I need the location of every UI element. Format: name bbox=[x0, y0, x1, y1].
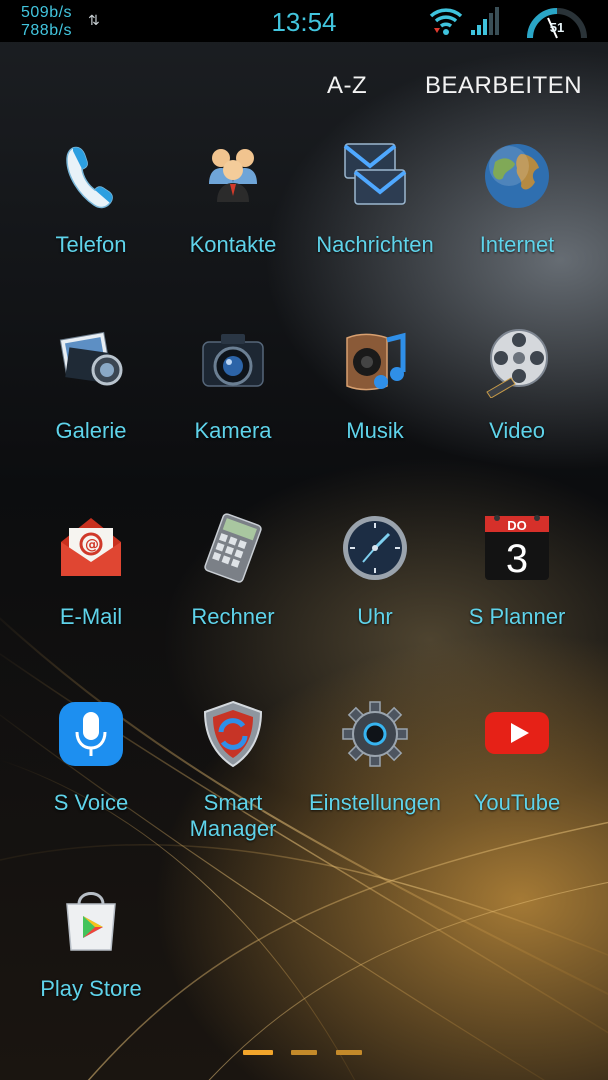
youtube-icon bbox=[485, 712, 549, 754]
app-label: Internet bbox=[479, 232, 555, 257]
app-smart-manager[interactable]: Smart Manager bbox=[162, 698, 304, 878]
contacts-icon bbox=[209, 149, 257, 202]
app-drawer-header: A-Z BEARBEITEN bbox=[0, 72, 608, 102]
app-label: Rechner bbox=[191, 604, 275, 629]
edit-button[interactable]: BEARBEITEN bbox=[425, 72, 582, 100]
app-nachrichten[interactable]: Nachrichten bbox=[304, 140, 446, 320]
app-label: Smart Manager bbox=[189, 790, 277, 841]
svg-text:@: @ bbox=[85, 537, 99, 553]
play-store-bag-icon bbox=[66, 892, 116, 951]
app-galerie[interactable]: Galerie bbox=[20, 326, 162, 506]
phone-icon bbox=[66, 146, 113, 209]
film-reel-icon bbox=[486, 329, 548, 398]
app-kamera[interactable]: Kamera bbox=[162, 326, 304, 506]
app-s-voice[interactable]: S Voice bbox=[20, 698, 162, 878]
sort-az-button[interactable]: A-Z bbox=[327, 72, 367, 100]
app-label: S Voice bbox=[53, 790, 129, 815]
microphone-icon bbox=[59, 702, 123, 766]
app-kontakte[interactable]: Kontakte bbox=[162, 140, 304, 320]
shield-icon bbox=[203, 700, 263, 768]
app-internet[interactable]: Internet bbox=[446, 140, 588, 320]
app-label: Galerie bbox=[55, 418, 127, 443]
app-musik[interactable]: Musik bbox=[304, 326, 446, 506]
app-label: Musik bbox=[346, 418, 404, 443]
camera-icon bbox=[202, 334, 264, 387]
app-label: S Planner bbox=[468, 604, 566, 629]
calendar-day-number: 3 bbox=[506, 537, 528, 581]
music-icon bbox=[346, 332, 406, 391]
status-clock: 13:54 bbox=[271, 7, 337, 37]
app-label: Uhr bbox=[357, 604, 393, 629]
app-label: Video bbox=[489, 418, 545, 443]
battery-level: 51 bbox=[549, 20, 565, 35]
clock-icon bbox=[343, 516, 407, 580]
page-dot-1[interactable] bbox=[243, 1050, 273, 1055]
app-uhr[interactable]: Uhr bbox=[304, 512, 446, 692]
status-bar: 509b/s 788b/s ⇅ 13:54 51 bbox=[0, 0, 608, 42]
email-icon: @ bbox=[61, 518, 121, 576]
globe-icon bbox=[485, 144, 549, 208]
app-label: Telefon bbox=[55, 232, 127, 257]
app-telefon[interactable]: Telefon bbox=[20, 140, 162, 320]
page-dot-2[interactable] bbox=[291, 1050, 317, 1055]
calendar-icon: DO 3 bbox=[485, 515, 549, 581]
calendar-day-abbr: DO bbox=[507, 518, 527, 533]
messages-icon bbox=[343, 143, 407, 205]
gear-icon bbox=[342, 701, 408, 767]
app-youtube[interactable]: YouTube bbox=[446, 698, 588, 878]
app-label: E-Mail bbox=[59, 604, 123, 629]
app-email[interactable]: @ E-Mail bbox=[20, 512, 162, 692]
app-label: Einstellungen bbox=[308, 790, 442, 815]
wifi-icon bbox=[429, 8, 463, 35]
app-s-planner[interactable]: DO 3 S Planner bbox=[446, 512, 588, 692]
app-play-store[interactable]: Play Store bbox=[20, 884, 162, 1064]
calculator-icon bbox=[204, 513, 262, 583]
app-label: Play Store bbox=[40, 976, 142, 1001]
page-indicator bbox=[0, 1050, 608, 1058]
app-label: Kontakte bbox=[189, 232, 277, 257]
app-label: Nachrichten bbox=[316, 232, 434, 257]
app-label: YouTube bbox=[473, 790, 561, 815]
signal-strength-icon bbox=[471, 7, 499, 35]
app-rechner[interactable]: Rechner bbox=[162, 512, 304, 692]
app-einstellungen[interactable]: Einstellungen bbox=[304, 698, 446, 878]
app-label: Kamera bbox=[194, 418, 272, 443]
page-dot-3[interactable] bbox=[336, 1050, 362, 1055]
gallery-icon bbox=[59, 331, 123, 386]
app-video[interactable]: Video bbox=[446, 326, 588, 506]
